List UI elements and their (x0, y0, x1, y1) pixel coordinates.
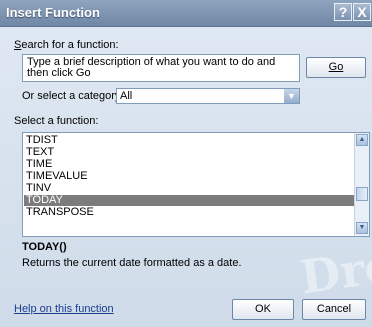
category-label: Or select a category: (22, 90, 124, 102)
function-listbox[interactable]: TDIST TEXT TIME TIMEVALUE TINV TODAY TRANSPOSE… (22, 132, 370, 237)
function-list-item[interactable]: TINV (24, 183, 356, 194)
search-input[interactable]: Type a brief description of what you wan… (22, 54, 300, 82)
search-label: Search for a function: (14, 39, 119, 51)
ok-button[interactable]: OK (232, 299, 294, 320)
watermark-text: Drop (296, 233, 372, 305)
category-select[interactable]: All ▼ (116, 88, 300, 104)
scroll-down-icon[interactable]: ▼ (356, 222, 368, 234)
function-list-item[interactable]: TIMEVALUE (24, 171, 356, 182)
function-list-item[interactable]: TODAY (24, 195, 356, 206)
go-button[interactable]: Go (306, 57, 366, 78)
function-description: Returns the current date formatted as a … (22, 257, 242, 269)
chevron-down-icon[interactable]: ▼ (284, 89, 299, 103)
scroll-up-icon[interactable]: ▲ (356, 134, 368, 146)
help-icon[interactable]: ? (334, 3, 352, 21)
window-title: Insert Function (6, 5, 100, 20)
scrollbar-thumb[interactable] (356, 187, 368, 201)
function-signature: TODAY() (22, 241, 67, 253)
function-list-item[interactable]: TIME (24, 159, 356, 170)
dialog-body: Search for a function: Type a brief desc… (0, 27, 372, 327)
function-list-label: Select a function: (14, 115, 99, 127)
listbox-scrollbar[interactable]: ▲ ▼ (354, 133, 369, 236)
help-on-function-link[interactable]: Help on this function (14, 303, 114, 315)
close-icon[interactable]: X (353, 3, 371, 21)
cancel-button[interactable]: Cancel (302, 299, 366, 320)
title-bar[interactable]: Insert Function ? X (0, 0, 372, 27)
function-list-item[interactable]: TDIST (24, 135, 356, 146)
function-list-item[interactable]: TEXT (24, 147, 356, 158)
function-list-item[interactable]: TRANSPOSE (24, 207, 356, 218)
category-select-value: All (120, 90, 133, 102)
